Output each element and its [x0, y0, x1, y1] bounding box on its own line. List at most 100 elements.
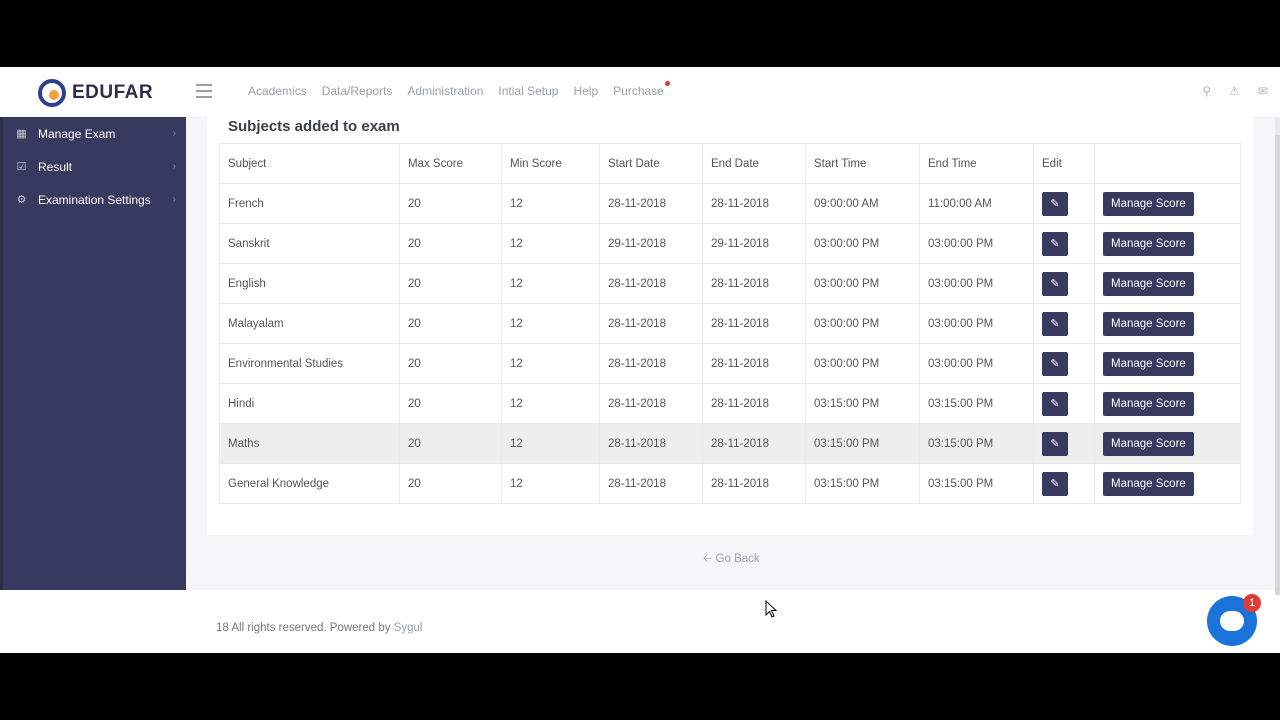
- cell-min-score: 12: [501, 223, 600, 264]
- manage-score-button[interactable]: Manage Score: [1103, 471, 1194, 496]
- cell-end-time: 03:15:00 PM: [919, 383, 1034, 424]
- cell-max-score: 20: [399, 383, 502, 424]
- cell-end-date: 28-11-2018: [702, 383, 806, 424]
- table-row: General Knowledge 20 12 28-11-2018 28-11-201…: [219, 463, 1241, 504]
- manage-score-button[interactable]: Manage Score: [1103, 431, 1194, 456]
- table-header-row: Subject Max Score Min Score Start Date E…: [219, 143, 1241, 184]
- cell-max-score: 20: [399, 223, 502, 264]
- cell-start-date: 28-11-2018: [599, 423, 703, 464]
- hamburger-menu-icon[interactable]: [196, 84, 212, 102]
- go-back-link[interactable]: 🡠 Go Back: [703, 551, 760, 570]
- nav-initial-setup[interactable]: Intial Setup: [498, 84, 558, 98]
- section-title: Subjects added to exam: [228, 118, 400, 135]
- cell-start-time: 03:00:00 PM: [805, 263, 920, 304]
- edit-icon: ✎: [1050, 438, 1060, 450]
- scrollbar[interactable]: [1275, 117, 1280, 595]
- cell-max-score: 20: [399, 423, 502, 464]
- top-nav: Academics Data/Reports Administration In…: [248, 81, 679, 98]
- footer-brand-link[interactable]: Sygul: [394, 622, 423, 634]
- logo-icon: [38, 79, 66, 107]
- sidebar-item-examination-settings[interactable]: ⚙ Examination Settings ›: [0, 183, 186, 216]
- sidebar-item-label: Examination Settings: [38, 192, 151, 207]
- cell-max-score: 20: [399, 343, 502, 384]
- nav-academics[interactable]: Academics: [248, 84, 307, 98]
- edit-button[interactable]: ✎: [1042, 271, 1068, 296]
- cell-start-time: 03:15:00 PM: [805, 383, 920, 424]
- cell-edit: ✎: [1033, 263, 1095, 304]
- cell-max-score: 20: [399, 463, 502, 504]
- edit-button[interactable]: ✎: [1042, 191, 1068, 216]
- logo[interactable]: EDUFAR: [38, 79, 153, 107]
- copyright-text: 18 All rights reserved. Powered by: [216, 622, 391, 634]
- cell-end-time: 03:00:00 PM: [919, 223, 1034, 264]
- chat-badge: 1: [1243, 594, 1261, 612]
- edit-button[interactable]: ✎: [1042, 231, 1068, 256]
- bell-icon[interactable]: ⚠: [1229, 84, 1240, 98]
- manage-score-button[interactable]: Manage Score: [1103, 191, 1194, 216]
- edit-icon: ✎: [1050, 398, 1060, 410]
- nav-administration[interactable]: Administration: [407, 84, 483, 98]
- cell-edit: ✎: [1033, 343, 1095, 384]
- cell-min-score: 12: [501, 423, 600, 464]
- sidebar-item-manage-exam[interactable]: ▦ Manage Exam ›: [0, 117, 186, 150]
- sidebar-item-label: Manage Exam: [38, 126, 116, 141]
- cell-manage: Manage Score: [1094, 343, 1241, 384]
- search-icon[interactable]: ⚲: [1202, 84, 1211, 98]
- cell-start-time: 03:15:00 PM: [805, 463, 920, 504]
- cell-min-score: 12: [501, 303, 600, 344]
- edit-button[interactable]: ✎: [1042, 431, 1068, 456]
- cell-end-time: 03:15:00 PM: [919, 423, 1034, 464]
- edit-button[interactable]: ✎: [1042, 471, 1068, 496]
- nav-purchase[interactable]: Purchase: [613, 81, 670, 98]
- col-start-date: Start Date: [599, 143, 703, 184]
- cell-start-date: 29-11-2018: [599, 223, 703, 264]
- manage-score-button[interactable]: Manage Score: [1103, 271, 1194, 296]
- table-row: Sanskrit 20 12 29-11-2018 29-11-2018 03:00:00…: [219, 223, 1241, 264]
- cell-max-score: 20: [399, 303, 502, 344]
- manage-score-button[interactable]: Manage Score: [1103, 311, 1194, 336]
- col-edit: Edit: [1033, 143, 1095, 184]
- cell-max-score: 20: [399, 263, 502, 304]
- app-window: EDUFAR Academics Data/Reports Administra…: [0, 67, 1280, 653]
- cell-end-time: 11:00:00 AM: [919, 183, 1034, 224]
- manage-score-button[interactable]: Manage Score: [1103, 391, 1194, 416]
- nav-data-reports[interactable]: Data/Reports: [322, 84, 393, 98]
- cell-end-date: 29-11-2018: [702, 223, 806, 264]
- edit-icon: ✎: [1050, 198, 1060, 210]
- footer-text: 18 All rights reserved. Powered by Sygul: [216, 622, 423, 634]
- cell-min-score: 12: [501, 463, 600, 504]
- go-back-label: Go Back: [715, 553, 760, 565]
- sidebar-item-result[interactable]: ☑ Result ›: [0, 150, 186, 183]
- cell-edit: ✎: [1033, 223, 1095, 264]
- cell-manage: Manage Score: [1094, 223, 1241, 264]
- edit-button[interactable]: ✎: [1042, 311, 1068, 336]
- edit-button[interactable]: ✎: [1042, 391, 1068, 416]
- edit-icon: ✎: [1050, 278, 1060, 290]
- cell-manage: Manage Score: [1094, 383, 1241, 424]
- cell-end-date: 28-11-2018: [702, 463, 806, 504]
- edit-icon: ✎: [1050, 318, 1060, 330]
- chat-widget-button[interactable]: 1: [1207, 594, 1261, 646]
- cell-start-date: 28-11-2018: [599, 263, 703, 304]
- cell-edit: ✎: [1033, 463, 1095, 504]
- cell-subject: Sanskrit: [219, 223, 400, 264]
- footer: 18 All rights reserved. Powered by Sygul: [0, 590, 1280, 653]
- top-icons: ⚲ ⚠ ✉: [1202, 84, 1268, 98]
- cell-end-date: 28-11-2018: [702, 423, 806, 464]
- scrollbar-thumb[interactable]: [1275, 135, 1280, 595]
- manage-score-button[interactable]: Manage Score: [1103, 351, 1194, 376]
- cell-end-time: 03:00:00 PM: [919, 263, 1034, 304]
- cell-end-date: 28-11-2018: [702, 343, 806, 384]
- cell-start-time: 09:00:00 AM: [805, 183, 920, 224]
- manage-score-button[interactable]: Manage Score: [1103, 231, 1194, 256]
- cell-min-score: 12: [501, 263, 600, 304]
- edit-icon: ✎: [1050, 358, 1060, 370]
- cell-start-time: 03:00:00 PM: [805, 303, 920, 344]
- mail-icon[interactable]: ✉: [1258, 84, 1268, 98]
- cell-end-time: 03:00:00 PM: [919, 343, 1034, 384]
- cell-manage: Manage Score: [1094, 463, 1241, 504]
- col-actions: [1094, 143, 1241, 184]
- cell-start-time: 03:00:00 PM: [805, 223, 920, 264]
- edit-button[interactable]: ✎: [1042, 351, 1068, 376]
- nav-help[interactable]: Help: [573, 84, 598, 98]
